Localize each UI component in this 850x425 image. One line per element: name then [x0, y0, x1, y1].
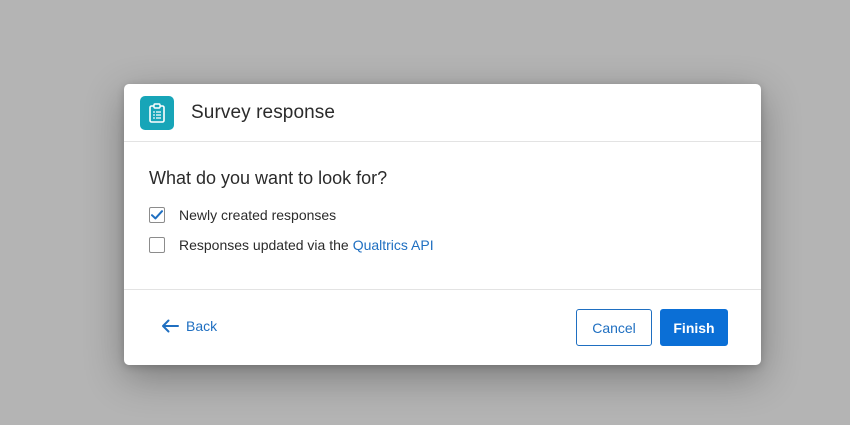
question-label: What do you want to look for? [149, 168, 388, 188]
survey-response-dialog: Survey response What do you want to look… [124, 84, 761, 365]
option-newly-created[interactable]: Newly created responses [149, 205, 761, 225]
dialog-title: Survey response [191, 101, 336, 123]
dialog-footer: Back Cancel Finish [124, 290, 761, 364]
newly-created-checkbox[interactable] [149, 207, 165, 223]
updated-via-api-label: Responses updated via the [179, 237, 349, 253]
back-label: Back [186, 318, 218, 334]
qualtrics-api-link[interactable]: Qualtrics API [353, 237, 434, 253]
newly-created-label: Newly created responses [179, 207, 337, 223]
clipboard-list-icon [140, 95, 174, 130]
finish-button[interactable]: Finish [660, 309, 728, 346]
arrow-left-icon [162, 319, 179, 333]
cancel-button[interactable]: Cancel [576, 309, 652, 346]
option-updated-via-api[interactable]: Responses updated via the Qualtrics API [149, 235, 761, 255]
checkmark-icon [151, 210, 163, 220]
dialog-body: What do you want to look for? Newly crea… [124, 142, 761, 290]
updated-via-api-checkbox[interactable] [149, 237, 165, 253]
dialog-header: Survey response [124, 84, 761, 142]
back-button[interactable]: Back [161, 318, 217, 334]
